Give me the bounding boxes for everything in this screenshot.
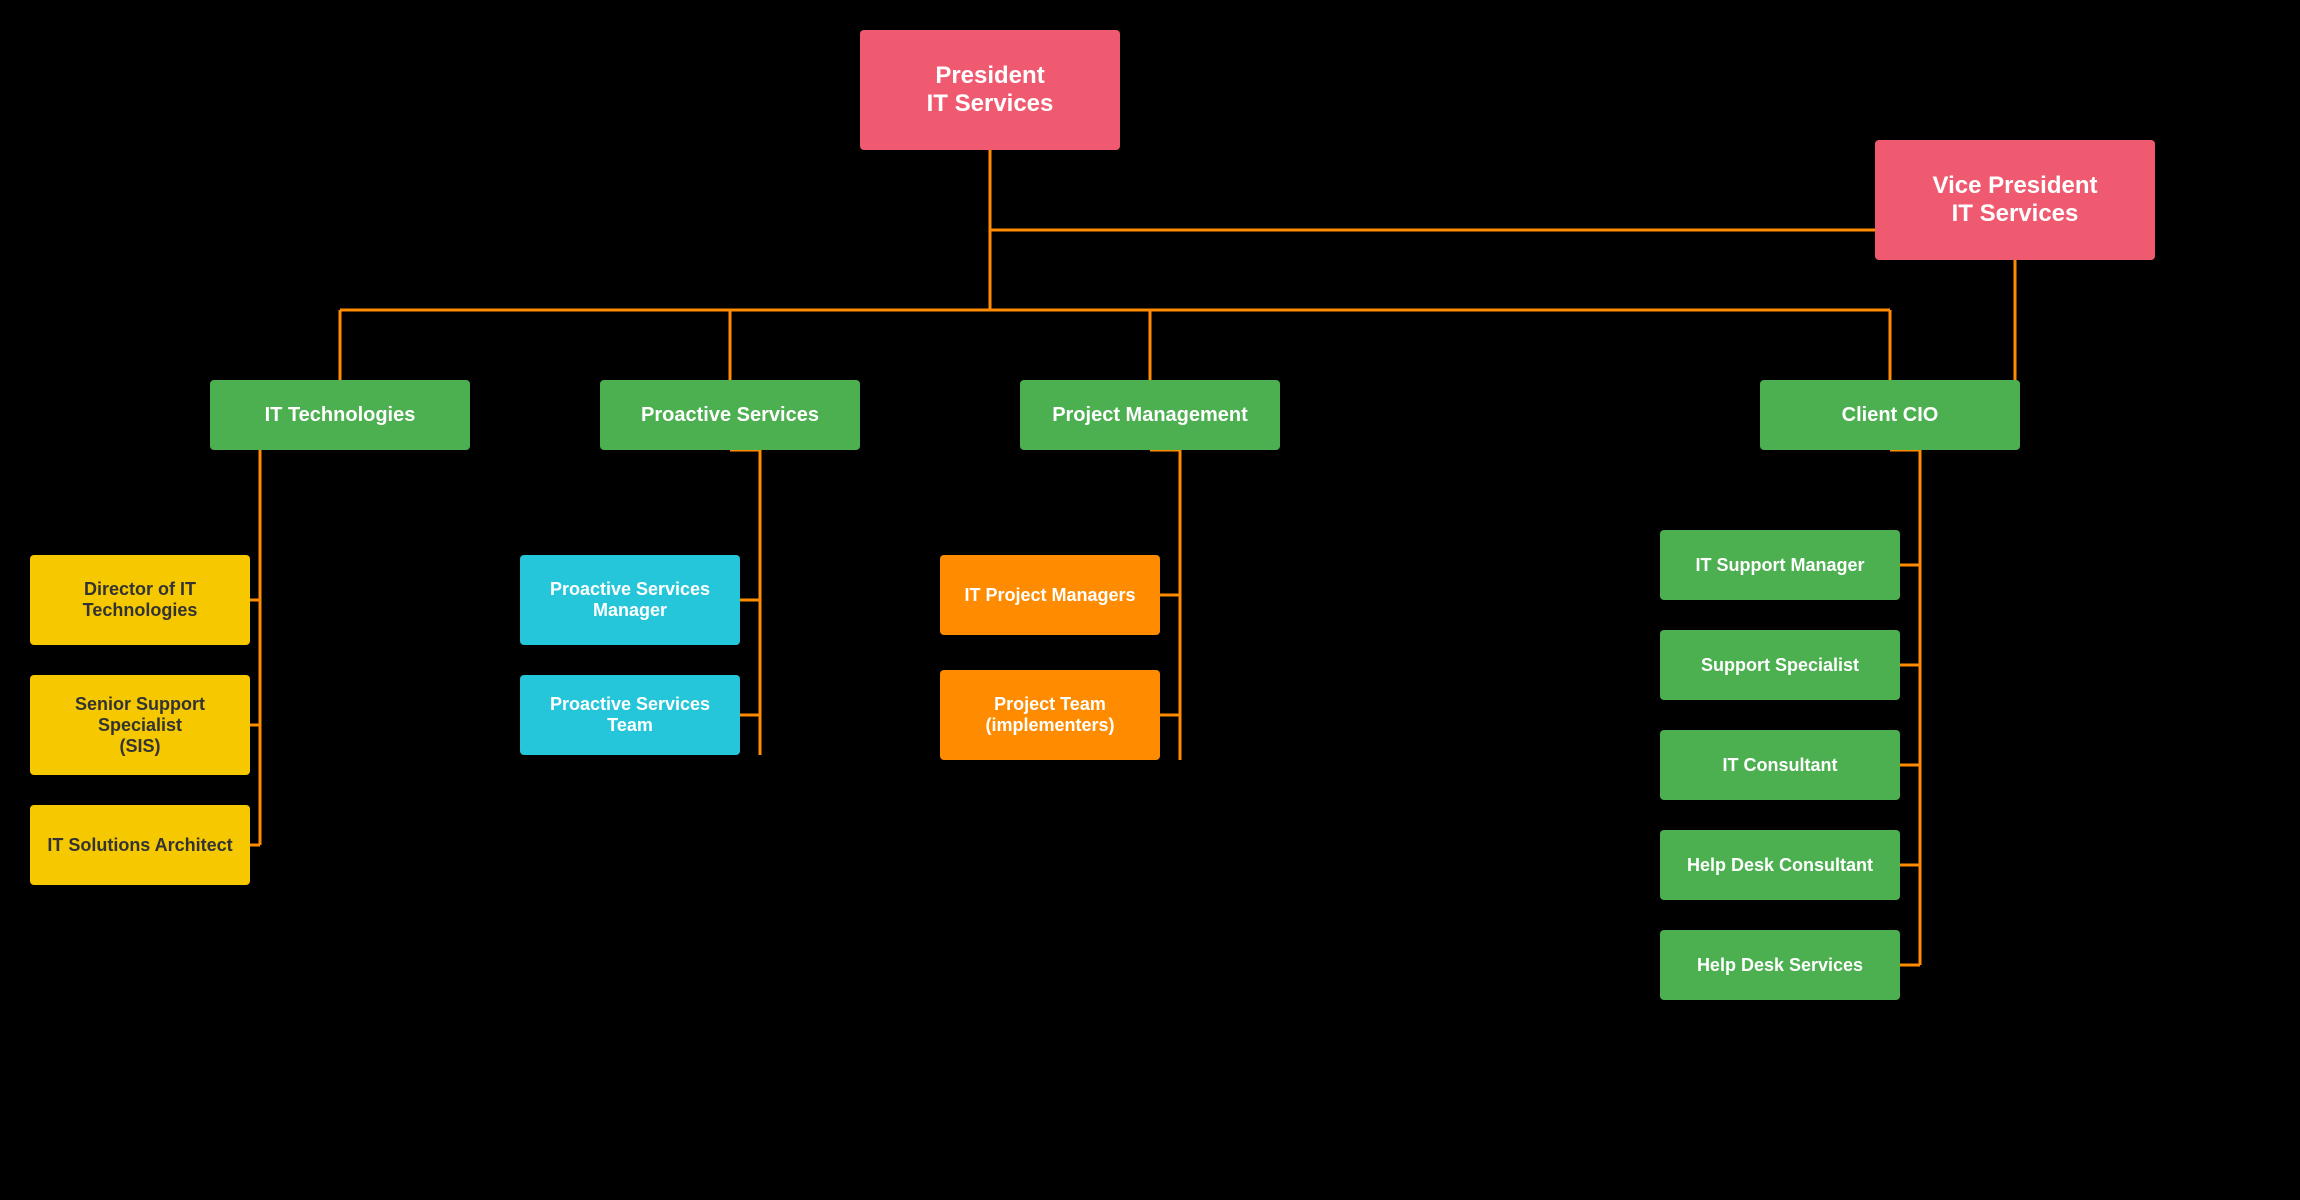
dir-it-tech-label: Director of IT Technologies <box>83 579 198 621</box>
proactive-team-node: Proactive Services Team <box>520 675 740 755</box>
it-solutions-label: IT Solutions Architect <box>47 835 232 856</box>
client-cio-label: Client CIO <box>1842 404 1939 427</box>
help-desk-consultant-label: Help Desk Consultant <box>1687 855 1873 876</box>
it-proj-mgrs-node: IT Project Managers <box>940 555 1160 635</box>
proj-mgmt-node: Project Management <box>1020 380 1280 450</box>
it-support-mgr-label: IT Support Manager <box>1695 555 1864 576</box>
president-node: President IT Services <box>860 30 1120 150</box>
client-cio-node: Client CIO <box>1760 380 2020 450</box>
it-solutions-node: IT Solutions Architect <box>30 805 250 885</box>
vp-label: Vice President IT Services <box>1933 172 2098 228</box>
support-spec-node: Support Specialist <box>1660 630 1900 700</box>
dir-it-tech-node: Director of IT Technologies <box>30 555 250 645</box>
proactive-team-label: Proactive Services Team <box>550 694 710 736</box>
org-chart: President IT Services Vice President IT … <box>0 0 2300 1200</box>
help-desk-svc-node: Help Desk Services <box>1660 930 1900 1000</box>
help-desk-svc-label: Help Desk Services <box>1697 955 1863 976</box>
it-consultant-label: IT Consultant <box>1723 755 1838 776</box>
it-tech-label: IT Technologies <box>265 404 416 427</box>
support-spec-label: Support Specialist <box>1701 655 1859 676</box>
proactive-mgr-label: Proactive Services Manager <box>550 579 710 621</box>
proj-team-label: Project Team (implementers) <box>985 694 1114 736</box>
senior-support-node: Senior Support Specialist (SIS) <box>30 675 250 775</box>
proactive-mgr-node: Proactive Services Manager <box>520 555 740 645</box>
senior-support-label: Senior Support Specialist (SIS) <box>75 694 205 757</box>
it-tech-node: IT Technologies <box>210 380 470 450</box>
help-desk-consultant-node: Help Desk Consultant <box>1660 830 1900 900</box>
proactive-svc-node: Proactive Services <box>600 380 860 450</box>
proactive-svc-label: Proactive Services <box>641 404 819 427</box>
it-consultant-node: IT Consultant <box>1660 730 1900 800</box>
vp-node: Vice President IT Services <box>1875 140 2155 260</box>
it-support-mgr-node: IT Support Manager <box>1660 530 1900 600</box>
proj-team-node: Project Team (implementers) <box>940 670 1160 760</box>
president-label: President IT Services <box>927 62 1054 118</box>
it-proj-mgrs-label: IT Project Managers <box>964 585 1135 606</box>
proj-mgmt-label: Project Management <box>1052 404 1248 427</box>
